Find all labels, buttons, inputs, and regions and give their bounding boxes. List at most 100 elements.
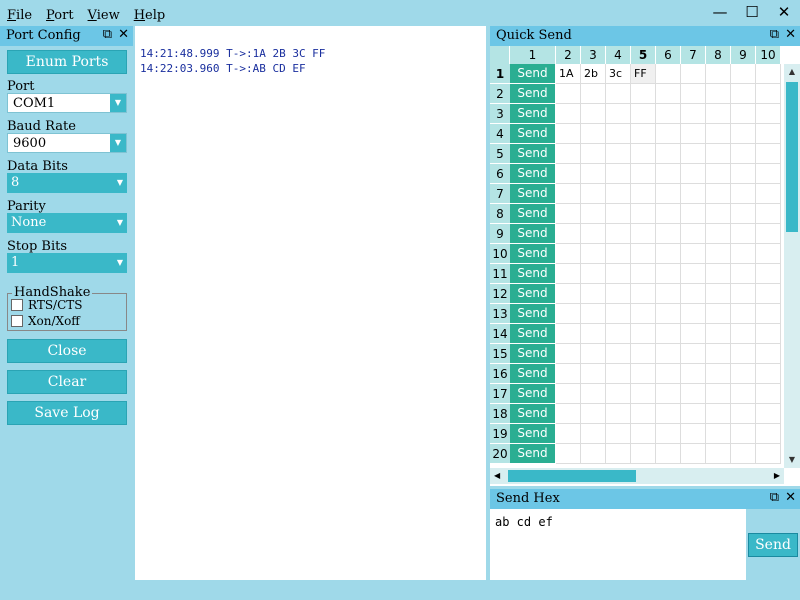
grid-cell[interactable]: [731, 324, 756, 344]
grid-cell[interactable]: [581, 284, 606, 304]
grid-cell[interactable]: [756, 84, 781, 104]
menu-port[interactable]: Port: [39, 4, 81, 26]
data-bits-select[interactable]: 8 ▼: [7, 173, 127, 193]
grid-cell[interactable]: [706, 324, 731, 344]
grid-cell[interactable]: [656, 324, 681, 344]
row-header[interactable]: 2: [490, 84, 510, 104]
grid-cell[interactable]: [631, 144, 656, 164]
grid-cell[interactable]: [581, 424, 606, 444]
grid-cell[interactable]: [556, 224, 581, 244]
send-row-button[interactable]: Send: [510, 164, 556, 184]
grid-cell[interactable]: [606, 224, 631, 244]
send-row-button[interactable]: Send: [510, 244, 556, 264]
close-icon[interactable]: ✕: [785, 27, 796, 42]
float-icon[interactable]: ⧉: [770, 490, 779, 505]
grid-cell[interactable]: [681, 284, 706, 304]
grid-cell[interactable]: [631, 344, 656, 364]
scroll-thumb[interactable]: [786, 82, 798, 232]
grid-cell[interactable]: [706, 264, 731, 284]
grid-cell[interactable]: [706, 84, 731, 104]
grid-cell[interactable]: [756, 64, 781, 84]
grid-cell[interactable]: [731, 164, 756, 184]
grid-cell[interactable]: [606, 204, 631, 224]
grid-cell[interactable]: [556, 144, 581, 164]
row-header[interactable]: 13: [490, 304, 510, 324]
grid-cell[interactable]: [581, 184, 606, 204]
grid-cell[interactable]: [556, 164, 581, 184]
grid-cell[interactable]: [756, 424, 781, 444]
grid-cell[interactable]: [656, 144, 681, 164]
grid-cell[interactable]: [631, 84, 656, 104]
column-header[interactable]: 9: [731, 46, 756, 64]
grid-cell[interactable]: [581, 384, 606, 404]
grid-cell[interactable]: 3c: [606, 64, 631, 84]
grid-cell[interactable]: [706, 124, 731, 144]
grid-cell[interactable]: [581, 244, 606, 264]
grid-cell[interactable]: [706, 364, 731, 384]
grid-cell[interactable]: [581, 264, 606, 284]
grid-cell[interactable]: [656, 364, 681, 384]
grid-cell[interactable]: [756, 404, 781, 424]
grid-cell[interactable]: [556, 444, 581, 464]
send-row-button[interactable]: Send: [510, 64, 556, 84]
send-row-button[interactable]: Send: [510, 204, 556, 224]
grid-cell[interactable]: [756, 204, 781, 224]
grid-cell[interactable]: [731, 144, 756, 164]
grid-cell[interactable]: [606, 424, 631, 444]
grid-cell[interactable]: [681, 304, 706, 324]
grid-cell[interactable]: [756, 364, 781, 384]
minimize-button[interactable]: —: [704, 2, 736, 24]
grid-cell[interactable]: [606, 164, 631, 184]
grid-cell[interactable]: [756, 104, 781, 124]
grid-cell[interactable]: [706, 144, 731, 164]
column-header[interactable]: 10: [756, 46, 781, 64]
grid-cell[interactable]: [681, 84, 706, 104]
column-header[interactable]: 2: [556, 46, 581, 64]
grid-cell[interactable]: [606, 344, 631, 364]
save-log-button[interactable]: Save Log: [7, 401, 127, 425]
rts-cts-option[interactable]: RTS/CTS: [11, 298, 83, 312]
grid-cell[interactable]: [656, 164, 681, 184]
grid-cell[interactable]: [556, 284, 581, 304]
close-button[interactable]: Close: [7, 339, 127, 363]
row-header[interactable]: 14: [490, 324, 510, 344]
stop-bits-select[interactable]: 1 ▼: [7, 253, 127, 273]
grid-cell[interactable]: [681, 244, 706, 264]
grid-cell[interactable]: [581, 444, 606, 464]
grid-cell[interactable]: [556, 244, 581, 264]
grid-cell[interactable]: [656, 184, 681, 204]
grid-cell[interactable]: [656, 124, 681, 144]
grid-cell[interactable]: [581, 344, 606, 364]
grid-cell[interactable]: [656, 444, 681, 464]
grid-cell[interactable]: [656, 404, 681, 424]
grid-cell[interactable]: [756, 264, 781, 284]
grid-cell[interactable]: [656, 84, 681, 104]
grid-cell[interactable]: [706, 444, 731, 464]
close-icon[interactable]: ✕: [785, 490, 796, 505]
row-header[interactable]: 9: [490, 224, 510, 244]
scroll-right-icon[interactable]: ▶: [774, 468, 780, 484]
grid-cell[interactable]: [731, 344, 756, 364]
row-header[interactable]: 11: [490, 264, 510, 284]
column-header[interactable]: 3: [581, 46, 606, 64]
grid-cell[interactable]: [656, 104, 681, 124]
grid-cell[interactable]: [581, 124, 606, 144]
grid-cell[interactable]: [631, 384, 656, 404]
grid-cell[interactable]: [756, 224, 781, 244]
grid-cell[interactable]: [606, 324, 631, 344]
grid-cell[interactable]: [581, 224, 606, 244]
send-row-button[interactable]: Send: [510, 404, 556, 424]
grid-cell[interactable]: 1A: [556, 64, 581, 84]
grid-cell[interactable]: [731, 404, 756, 424]
grid-cell[interactable]: [681, 124, 706, 144]
grid-cell[interactable]: [606, 244, 631, 264]
send-row-button[interactable]: Send: [510, 264, 556, 284]
row-header[interactable]: 8: [490, 204, 510, 224]
grid-cell[interactable]: [581, 204, 606, 224]
grid-cell[interactable]: [706, 64, 731, 84]
send-row-button[interactable]: Send: [510, 304, 556, 324]
grid-cell[interactable]: [731, 204, 756, 224]
grid-cell[interactable]: [731, 224, 756, 244]
row-header[interactable]: 1: [490, 64, 510, 84]
grid-cell[interactable]: [681, 264, 706, 284]
